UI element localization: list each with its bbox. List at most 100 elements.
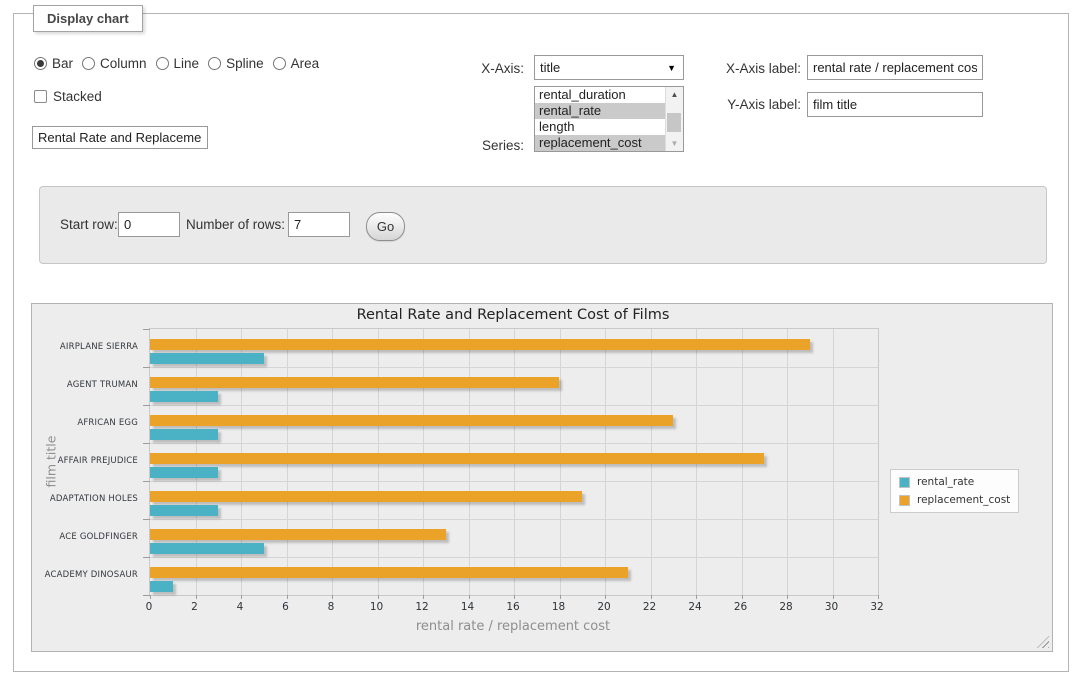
number-of-rows-input[interactable] xyxy=(288,212,350,237)
x-tick-label: 30 xyxy=(814,601,850,613)
series-list-label: Series: xyxy=(369,138,524,153)
x-tick-mark xyxy=(560,595,561,599)
bar-rental-rate-3 xyxy=(150,467,218,478)
category-label: AFFAIR PREJUDICE xyxy=(32,456,138,466)
radio-icon[interactable] xyxy=(34,57,47,70)
x-tick-label: 6 xyxy=(268,601,304,613)
category-label: AIRPLANE SIERRA xyxy=(32,342,138,352)
x-tick-label: 18 xyxy=(541,601,577,613)
x-tick-label: 16 xyxy=(495,601,531,613)
x-tick-label: 0 xyxy=(131,601,167,613)
chart-title-input[interactable] xyxy=(32,126,208,149)
category-label: AGENT TRUMAN xyxy=(32,380,138,390)
category-label: ADAPTATION HOLES xyxy=(32,494,138,504)
y-tick-mark xyxy=(143,443,150,444)
chart-container: Rental Rate and Replacement Cost of Film… xyxy=(31,303,1053,652)
x-axis-select-label: X-Axis: xyxy=(369,61,524,76)
radio-icon[interactable] xyxy=(156,57,169,70)
x-tick-label: 28 xyxy=(768,601,804,613)
x-tick-mark xyxy=(241,595,242,599)
start-row-input[interactable] xyxy=(118,212,180,237)
chart-type-line[interactable]: Line xyxy=(156,56,200,71)
y-tick-mark xyxy=(143,405,150,406)
scrollbar-thumb[interactable] xyxy=(667,113,681,132)
x-axis-label-field-label: X-Axis label: xyxy=(646,61,801,76)
chart-legend: rental_rate replacement_cost xyxy=(890,469,1019,513)
y-tick-mark xyxy=(143,367,150,368)
bar-replacement-cost-2 xyxy=(150,415,673,426)
gridline-v xyxy=(787,329,788,595)
radio-icon[interactable] xyxy=(208,57,221,70)
go-button[interactable]: Go xyxy=(366,212,405,241)
chart-type-spline[interactable]: Spline xyxy=(208,56,264,71)
resize-handle-icon[interactable] xyxy=(1037,636,1049,648)
gridline-v xyxy=(833,329,834,595)
radio-label: Spline xyxy=(226,56,264,71)
category-label: ACE GOLDFINGER xyxy=(32,532,138,542)
y-axis-label-input[interactable] xyxy=(807,92,983,117)
number-of-rows-label: Number of rows: xyxy=(186,217,285,232)
x-tick-mark xyxy=(469,595,470,599)
gridline-h xyxy=(150,481,878,482)
y-tick-mark xyxy=(143,557,150,558)
x-tick-label: 4 xyxy=(222,601,258,613)
x-tick-mark xyxy=(332,595,333,599)
x-tick-mark xyxy=(696,595,697,599)
gridline-h xyxy=(150,557,878,558)
legend-swatch-replacement_cost xyxy=(899,495,910,506)
x-tick-mark xyxy=(833,595,834,599)
chart-type-area[interactable]: Area xyxy=(273,56,320,71)
legend-swatch-rental_rate xyxy=(899,477,910,488)
x-tick-mark xyxy=(514,595,515,599)
y-tick-mark xyxy=(143,595,150,596)
gridline-h xyxy=(150,367,878,368)
stacked-checkbox[interactable] xyxy=(34,90,47,103)
bar-rental-rate-6 xyxy=(150,581,173,592)
series-option-length[interactable]: length xyxy=(535,119,665,135)
legend-row: rental_rate xyxy=(899,475,1010,489)
bar-replacement-cost-5 xyxy=(150,529,446,540)
series-option-replacement_cost[interactable]: replacement_cost xyxy=(535,135,665,151)
bar-rental-rate-0 xyxy=(150,353,264,364)
start-row-label: Start row: xyxy=(60,217,118,232)
radio-icon[interactable] xyxy=(82,57,95,70)
x-tick-mark xyxy=(378,595,379,599)
bar-replacement-cost-6 xyxy=(150,567,628,578)
radio-icon[interactable] xyxy=(273,57,286,70)
radio-label: Bar xyxy=(52,56,73,71)
radio-label: Area xyxy=(291,56,320,71)
radio-label: Line xyxy=(174,56,200,71)
bar-replacement-cost-0 xyxy=(150,339,810,350)
chart-title: Rental Rate and Replacement Cost of Film… xyxy=(32,307,994,323)
x-tick-label: 10 xyxy=(359,601,395,613)
scroll-down-icon[interactable]: ▼ xyxy=(666,136,683,151)
series-listbox[interactable]: rental_durationrental_ratelengthreplacem… xyxy=(534,86,684,152)
y-tick-mark xyxy=(143,329,150,330)
chart-type-radio-group: Bar Column Line Spline Area xyxy=(34,56,319,71)
stacked-checkbox-row: Stacked xyxy=(34,89,102,104)
x-axis-label-input[interactable] xyxy=(807,55,983,80)
x-tick-mark xyxy=(287,595,288,599)
x-tick-label: 22 xyxy=(632,601,668,613)
fieldset-legend: Display chart xyxy=(33,5,143,32)
x-axis-select-value: title xyxy=(540,60,560,75)
legend-label: replacement_cost xyxy=(917,494,1010,506)
x-tick-mark xyxy=(196,595,197,599)
chart-type-column[interactable]: Column xyxy=(82,56,147,71)
x-tick-label: 2 xyxy=(177,601,213,613)
y-tick-mark xyxy=(143,481,150,482)
gridline-h xyxy=(150,519,878,520)
bar-rental-rate-2 xyxy=(150,429,218,440)
x-tick-mark xyxy=(878,595,879,599)
x-tick-mark xyxy=(787,595,788,599)
x-tick-mark xyxy=(605,595,606,599)
x-tick-mark xyxy=(150,595,151,599)
bar-replacement-cost-4 xyxy=(150,491,582,502)
radio-dot xyxy=(37,60,44,67)
display-chart-fieldset: Display chart BarColumnLineSplineArea St… xyxy=(13,13,1069,672)
x-tick-label: 32 xyxy=(859,601,895,613)
x-tick-label: 14 xyxy=(450,601,486,613)
chart-type-bar[interactable]: Bar xyxy=(34,56,73,71)
gridline-h xyxy=(150,443,878,444)
row-range-panel: Start row: Number of rows: Go xyxy=(39,186,1047,264)
